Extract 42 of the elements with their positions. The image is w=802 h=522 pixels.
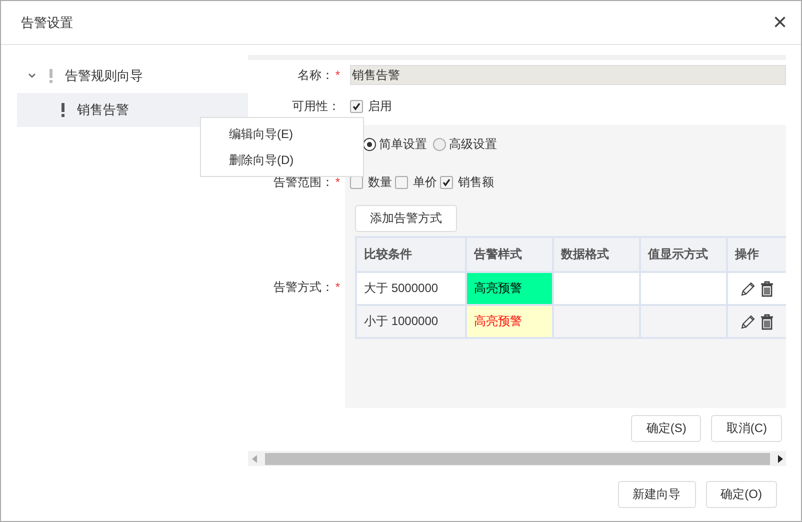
column-header: 比较条件 [356, 237, 466, 272]
radio-label: 简单设置 [379, 136, 427, 152]
dialog-button[interactable]: 确定(S) [631, 415, 702, 442]
column-header: 数据格式 [553, 237, 640, 272]
field-label: 名称： * [296, 66, 341, 84]
style-text: 高亮预警 [474, 314, 522, 328]
table-cell: 小于 1000000 [356, 305, 466, 338]
checkbox[interactable] [350, 100, 363, 112]
checkbox[interactable] [440, 176, 453, 188]
dialog-button[interactable]: 确定(O) [706, 481, 777, 508]
radio-button[interactable] [363, 138, 376, 150]
style-text: 高亮预警 [474, 281, 522, 295]
tree-item[interactable]: 销售告警 [17, 93, 248, 127]
column-header: 操作 [726, 237, 786, 272]
exclamation-icon [49, 69, 53, 83]
checkbox-label: 销售额 [458, 174, 494, 190]
pencil-icon[interactable] [740, 314, 756, 330]
checkbox[interactable] [395, 176, 408, 188]
exclamation-icon [61, 103, 65, 117]
checkbox-label: 单价 [413, 174, 437, 190]
radio-label: 高级设置 [449, 136, 497, 152]
column-header: 告警样式 [466, 237, 554, 272]
checkbox-label: 启用 [368, 98, 392, 114]
pencil-icon[interactable] [740, 280, 756, 296]
scroll-right-icon[interactable] [777, 454, 783, 462]
name-field[interactable]: 销售告警 [350, 65, 786, 85]
dialog-button[interactable]: 取消(C) [711, 415, 782, 442]
trash-icon[interactable] [760, 280, 774, 296]
dialog-button[interactable]: 新建向导 [618, 481, 696, 508]
field-label: 告警方式： * [272, 279, 341, 296]
table-cell: 大于 5000000 [356, 272, 466, 305]
tree-item[interactable]: 告警规则向导 [17, 59, 248, 93]
trash-icon[interactable] [760, 314, 774, 330]
scrollbar-thumb[interactable] [265, 452, 770, 464]
menu-item[interactable]: 删除向导(D) [201, 147, 363, 173]
close-button[interactable]: × [772, 12, 787, 32]
window-title: 告警设置 [21, 14, 73, 32]
add-method-button[interactable]: 添加告警方式 [355, 204, 457, 232]
field-label: 可用性： [291, 98, 341, 114]
radio-button[interactable] [433, 138, 446, 150]
column-header: 值显示方式 [640, 237, 727, 272]
checkbox-label: 数量 [368, 174, 392, 190]
